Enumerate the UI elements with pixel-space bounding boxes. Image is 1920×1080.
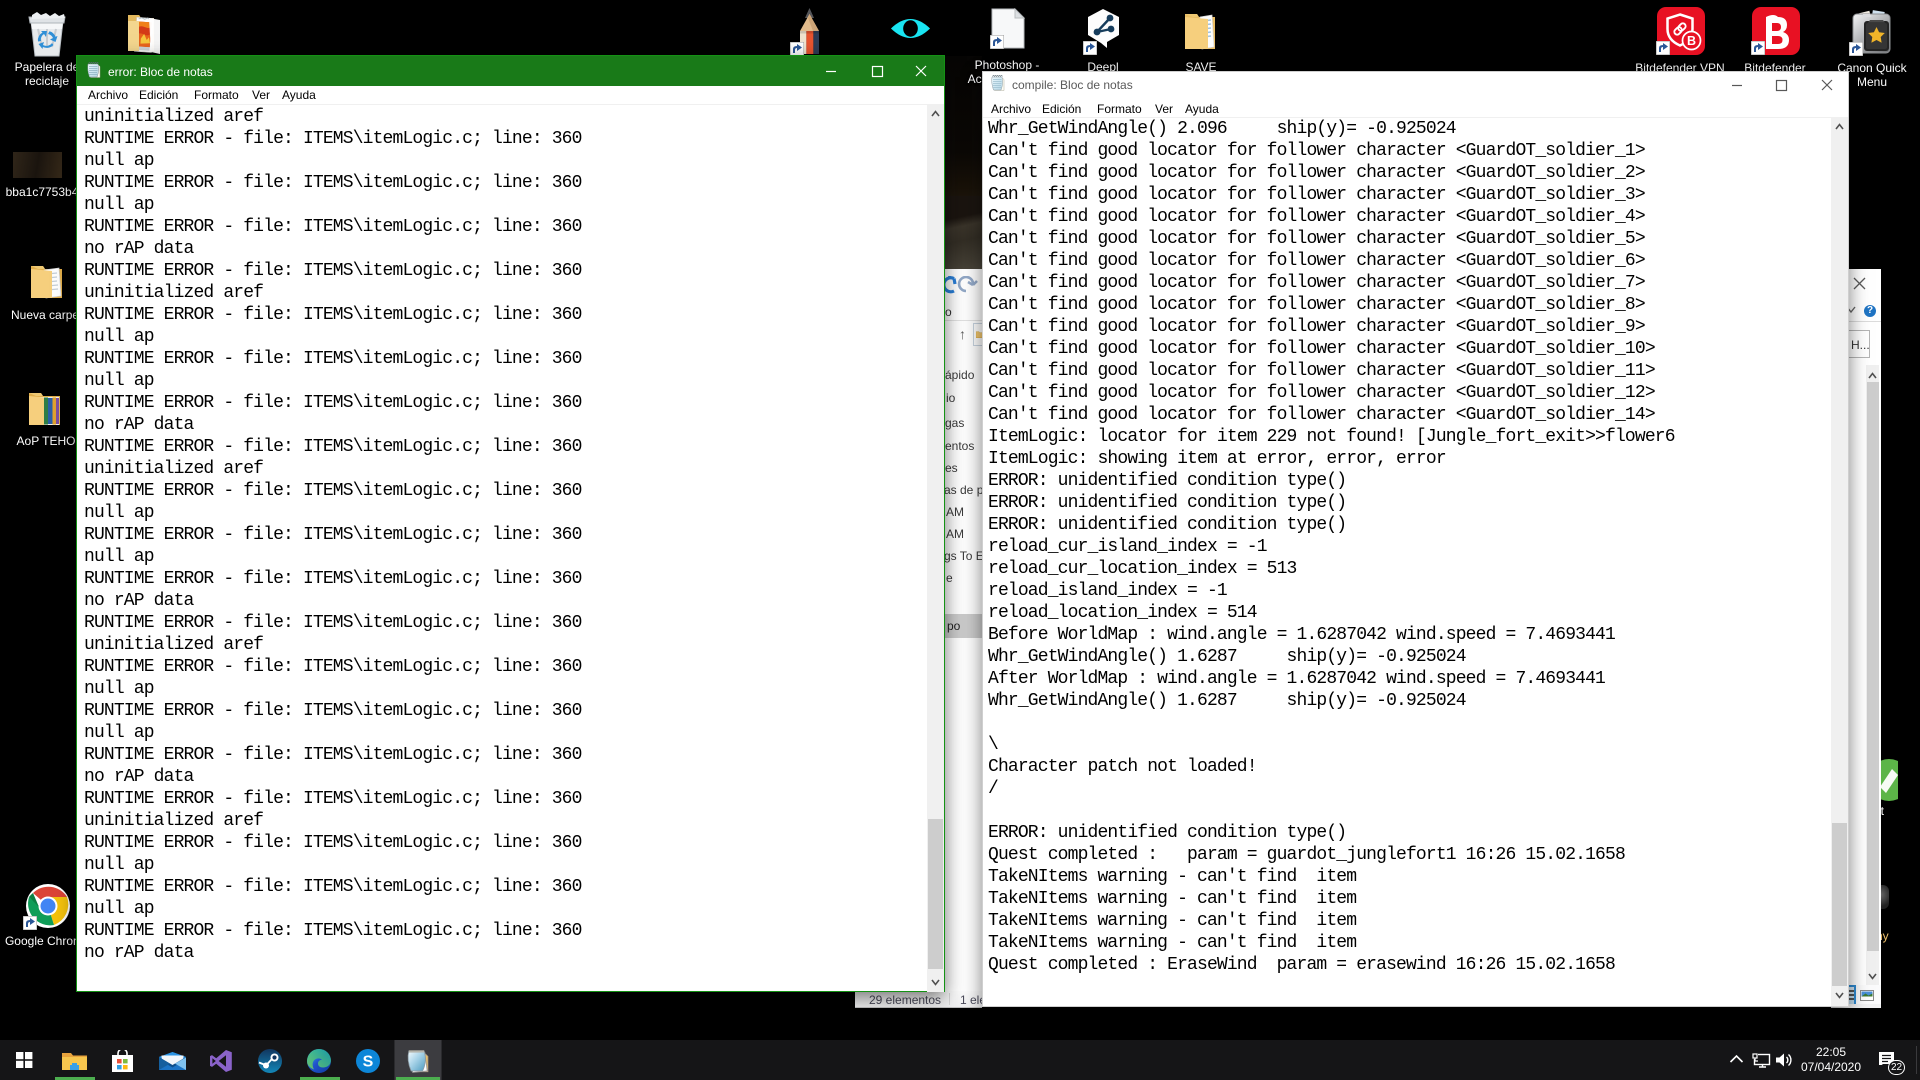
svg-text:S: S [363, 1054, 374, 1071]
svg-text:B: B [1687, 34, 1696, 48]
